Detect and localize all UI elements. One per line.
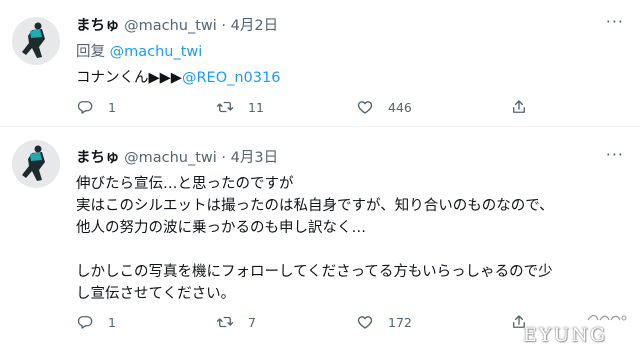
reply-prefix: 回复	[76, 44, 105, 60]
reply-count: 1	[108, 99, 116, 115]
tweet-text: コナンくん▶▶▶@REO_n0316	[76, 66, 280, 87]
retweet-count: 7	[248, 314, 256, 330]
share-button[interactable]	[510, 98, 542, 116]
reply-context: 回复 @machu_twi	[76, 40, 202, 61]
more-icon[interactable]: ···	[606, 12, 624, 31]
tweet-header: まちゅ @machu_twi · 4月3日	[76, 146, 278, 166]
tweet-body: コナンくん▶▶▶	[76, 70, 182, 86]
action-bar: 1 11 446	[76, 98, 616, 120]
tweet-line-2: 実はこのシルエットは撮ったのは私自身ですが、知り合いのものなので、	[76, 198, 554, 214]
watermark-ornament-icon	[587, 314, 627, 321]
share-icon	[513, 100, 525, 113]
mention-link[interactable]: @REO_n0316	[182, 70, 281, 86]
heart-icon	[357, 316, 373, 329]
author-name[interactable]: まちゅ	[76, 150, 120, 166]
avatar[interactable]	[12, 140, 60, 188]
reply-to-mention[interactable]: @machu_twi	[110, 44, 203, 60]
reply-icon	[77, 101, 93, 114]
separator: ·	[221, 150, 227, 166]
tweet-1[interactable]: まちゅ @machu_twi · 4月2日 ··· 回复 @machu_twi …	[0, 0, 640, 127]
tweet-header: まちゅ @machu_twi · 4月2日	[76, 14, 278, 34]
retweet-icon	[216, 316, 234, 328]
avatar[interactable]	[12, 17, 60, 65]
reply-button[interactable]: 1	[76, 98, 116, 116]
reply-count: 1	[108, 314, 116, 330]
like-count: 172	[388, 314, 412, 330]
like-count: 446	[388, 99, 412, 115]
reply-icon	[77, 316, 93, 329]
tweet-line-1: 伸びたら宣伝…と思ったのですが	[76, 176, 294, 192]
retweet-count: 11	[248, 99, 264, 115]
watermark: EYUNG	[500, 312, 630, 346]
separator: ·	[221, 18, 227, 34]
heart-icon	[357, 101, 373, 114]
more-icon[interactable]: ···	[606, 145, 624, 164]
author-handle[interactable]: @machu_twi	[124, 18, 217, 34]
retweet-icon	[216, 101, 234, 113]
tweet-line-5: しかしこの写真を機にフォローしてくださってる方もいらっしゃるので少	[76, 264, 553, 280]
tweet-line-6: し宣伝させてください。	[76, 286, 236, 302]
tweet-date[interactable]: 4月3日	[231, 150, 278, 166]
retweet-button[interactable]: 7	[216, 313, 256, 331]
reply-button[interactable]: 1	[76, 313, 116, 331]
author-name[interactable]: まちゅ	[76, 18, 120, 34]
watermark-text: EYUNG	[522, 324, 608, 346]
tweet-line-3: 他人の努力の波に乗っかるのも申し訳なく…	[76, 220, 366, 236]
tweet-date[interactable]: 4月2日	[231, 18, 278, 34]
retweet-button[interactable]: 11	[216, 98, 264, 116]
like-button[interactable]: 172	[356, 313, 412, 331]
author-handle[interactable]: @machu_twi	[124, 150, 217, 166]
like-button[interactable]: 446	[356, 98, 412, 116]
